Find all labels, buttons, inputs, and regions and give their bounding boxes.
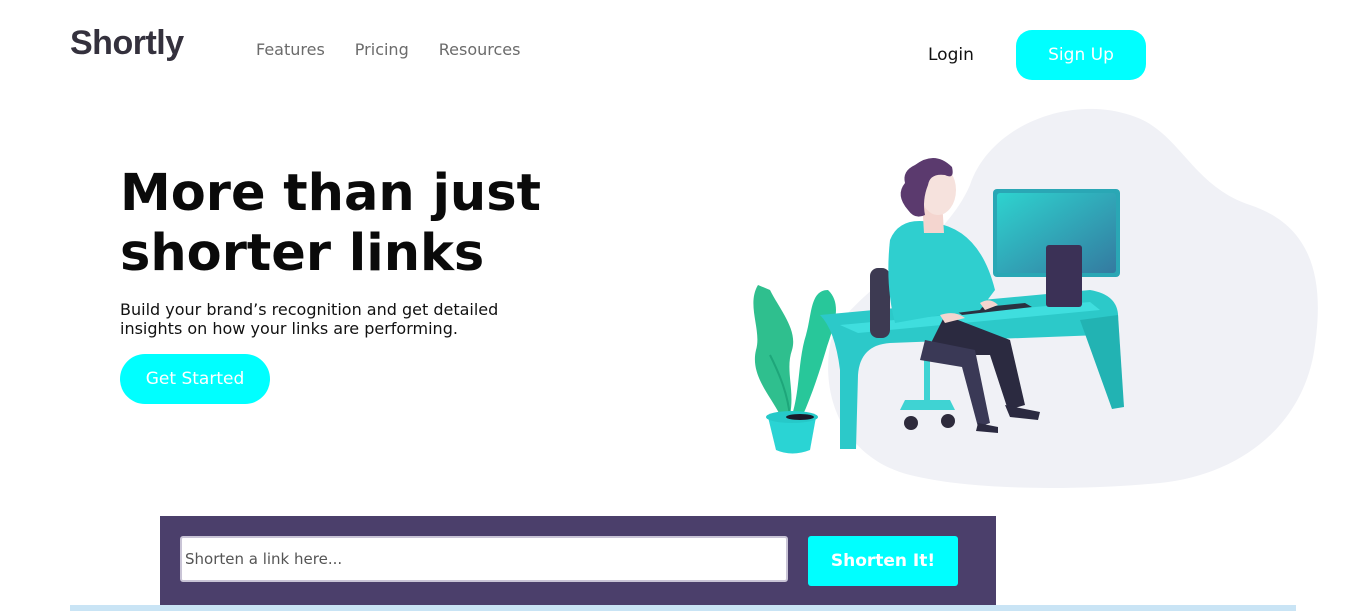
hero-subtitle: Build your brand’s recognition and get d…: [120, 300, 499, 338]
nav-resources-link[interactable]: Resources: [439, 40, 521, 59]
shorten-it-button[interactable]: Shorten It!: [808, 536, 958, 586]
hero-title-line-1: More than just: [120, 164, 541, 223]
statistics-section-edge: [70, 605, 1296, 611]
get-started-button[interactable]: Get Started: [120, 354, 270, 404]
person-working-illustration: [753, 108, 1318, 488]
brand-logo[interactable]: Shortly: [70, 24, 184, 63]
shorten-form: Shorten It!: [160, 516, 996, 608]
main-nav: Features Pricing Resources: [256, 40, 520, 59]
sign-up-button[interactable]: Sign Up: [1016, 30, 1146, 80]
login-link[interactable]: Login: [928, 45, 974, 65]
shorten-link-input[interactable]: [180, 536, 788, 582]
nav-features-link[interactable]: Features: [256, 40, 325, 59]
plant-icon: [753, 285, 836, 454]
nav-pricing-link[interactable]: Pricing: [355, 40, 409, 59]
hero-title: More than just shorter links: [120, 164, 640, 284]
hero-title-line-2: shorter links: [120, 224, 485, 283]
